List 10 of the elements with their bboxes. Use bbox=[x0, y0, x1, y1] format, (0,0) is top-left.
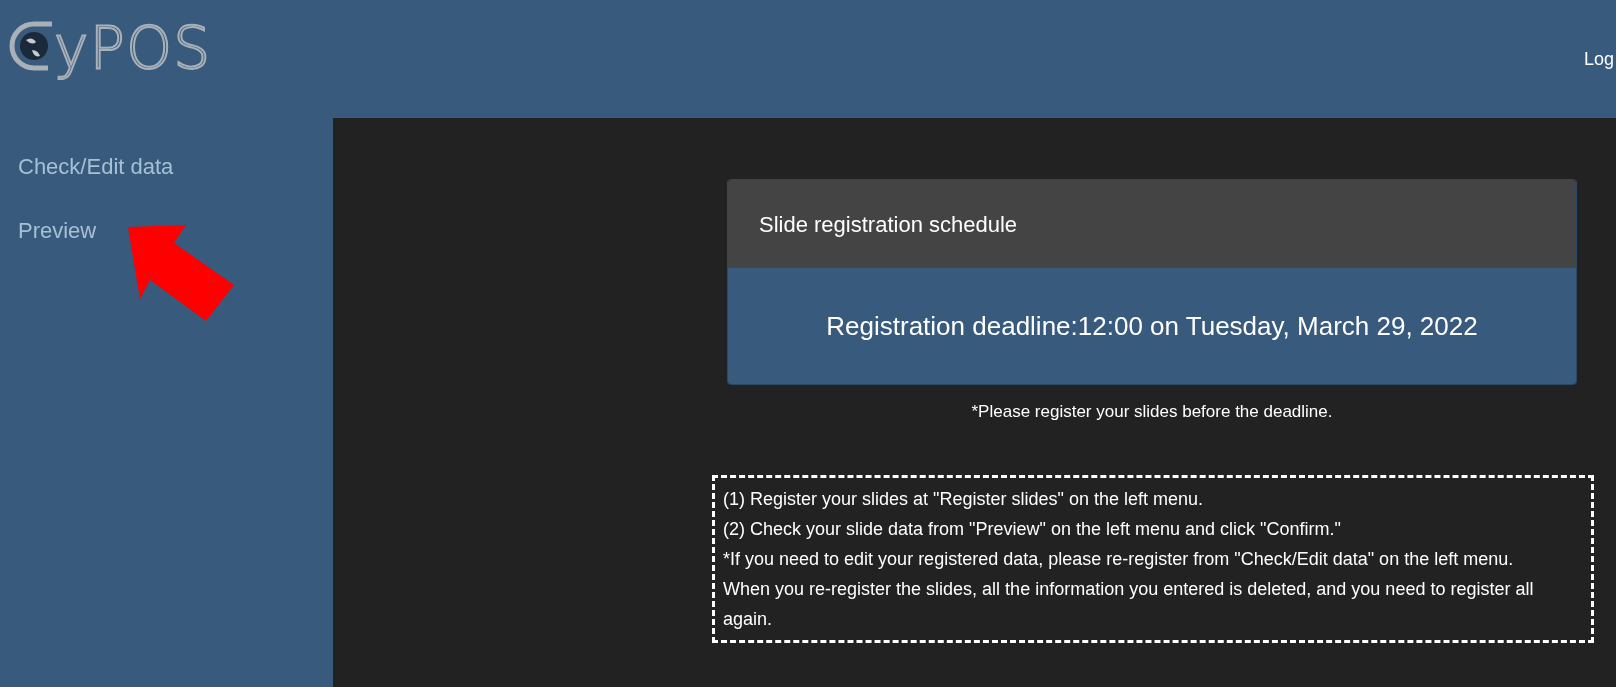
header-link[interactable]: Log bbox=[1583, 0, 1616, 73]
pointer-arrow-icon bbox=[128, 225, 236, 321]
sidebar-link[interactable]: Check/Edit data bbox=[18, 156, 174, 178]
deadline-note: *Please register your slides before the deadline. bbox=[970, 401, 1334, 423]
instruction-text: *If you need to edit your registered data, please re-register from "Check/Edit data" on the left menu. When you re-register the slides, all the information you entered is deleted, and you need to register all again. bbox=[723, 547, 1535, 631]
deadline-text: Registration deadline:12:00 on Tuesday, March 29, 2022 bbox=[826, 309, 1478, 343]
sidebar-link[interactable]: Preview bbox=[18, 220, 97, 242]
card-title: Slide registration schedule bbox=[759, 210, 1018, 239]
instruction-text: (2) Check your slide data from "Preview" on the left menu and click "Confirm." bbox=[723, 517, 1342, 541]
instruction-text: (1) Register your slides at "Register slides" on the left menu. bbox=[723, 487, 1204, 511]
